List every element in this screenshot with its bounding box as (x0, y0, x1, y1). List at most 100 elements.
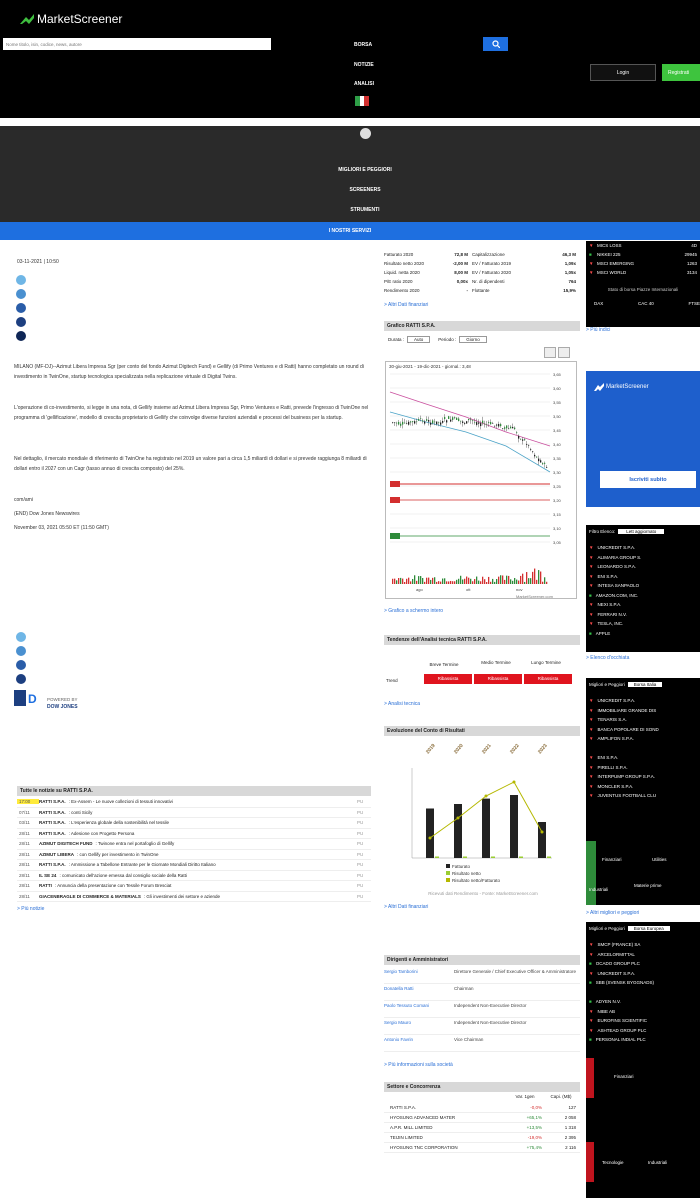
news-row[interactable]: 28/11 RATTI S.P.A.: Adesione con Progetto… (17, 829, 371, 839)
sidebar-list-item[interactable] (586, 988, 700, 998)
news-headline[interactable]: IL SE 24: comunicato dell'azione emessa … (39, 873, 357, 878)
index-row[interactable]: ▼ MSCI EMERGING 1263 (586, 259, 700, 268)
sidebar-list-item[interactable]: ▼ MONCLER S.P.A. (586, 782, 700, 792)
sidebar-list-item[interactable]: ▼ ASHTEAD GROUP PLC (586, 1026, 700, 1036)
best2-select[interactable]: Borsa Europea (627, 926, 670, 931)
sidebar-list-item[interactable]: ▼ SMCP (FRANCE) SA (586, 940, 700, 950)
sidebar-list-item[interactable]: ▼ ENI S.P.A. (586, 572, 700, 582)
index-row[interactable]: ■ NIKKEI 225 29945 (586, 250, 700, 259)
search-input[interactable] (3, 38, 271, 50)
news-row[interactable]: 17:00 RATTI S.P.A.: Ex-Assem - Le nuove c… (17, 797, 371, 808)
sidebar-list-item[interactable]: ▼ IMMOBILIARE GRANDE DIS (586, 706, 700, 716)
sidebar-list-item[interactable]: ▼ INTESA SANPAOLO (586, 581, 700, 591)
sidebar-list-item[interactable]: ▼ LEONARDO S.P.A. (586, 562, 700, 572)
more-financials-link[interactable]: > Altri Dati finanziari (384, 302, 428, 308)
mgmt-name[interactable]: Sergio Tamborini (384, 969, 454, 983)
fullscreen-chart-link[interactable]: > Grafico a schermo intero (384, 608, 443, 614)
news-row[interactable]: 28/11 RATTI: Annuncia della presentazione… (17, 881, 371, 892)
news-row[interactable]: 07/11 RATTI S.P.A.: conti Sicily PU (17, 808, 371, 818)
sidebar-list-item[interactable]: ▼ FERRARI N.V. (586, 610, 700, 620)
sector-row[interactable]: TEIJIN LIMITED -19,0% 2 395 (384, 1133, 580, 1143)
news-headline[interactable]: GIACENBRAGLE DI COMMERCE & MATERIALS: Gl… (39, 894, 357, 899)
evo-more-link[interactable]: > Altri Dati finanziari (384, 904, 428, 910)
watchlist-link[interactable]: > Elenco d'occhiata (586, 655, 629, 661)
sidebar-list-item[interactable]: ■ SBB (SVENSK BYGGNADS) (586, 978, 700, 988)
menu-strumenti[interactable]: STRUMENTI (290, 207, 440, 213)
news-headline[interactable]: RATTI S.P.A.: Ammissione a Tabellone Ent… (39, 862, 357, 867)
news-headline[interactable]: RATTI S.P.A.: Ex-Assem - Le nuove collez… (39, 799, 357, 804)
mgmt-name[interactable]: Paolo Tessuto Comani (384, 1003, 454, 1017)
index-row[interactable]: ▼ MSCI WORLD 3134 (586, 268, 700, 277)
sidebar-list-item[interactable]: ▼ AMPLIFON S.P.A. (586, 734, 700, 744)
italy-flag-icon[interactable] (355, 96, 370, 106)
durata-select[interactable]: Auto (407, 336, 431, 343)
sidebar-list-item[interactable]: ■ ADYEN N.V. (586, 997, 700, 1007)
mkt-ftse[interactable]: FTSE (688, 301, 700, 306)
sidebar-list-item[interactable]: ▼ INTERPUMP GROUP S.P.A. (586, 772, 700, 782)
periodo-select[interactable]: Giorno (459, 336, 487, 343)
news-headline[interactable]: AZIMUT LIBERA: con Gellify per investime… (39, 852, 357, 857)
menu-icon[interactable] (360, 128, 371, 139)
sidebar-list-item[interactable]: ▼ TENARIS S.A. (586, 715, 700, 725)
mgmt-name[interactable]: Sergio Mauro (384, 1020, 454, 1034)
stock-chart[interactable]: 30-giu-2021 - 19-dic-2021 - giornal.: 3,… (385, 361, 577, 599)
sidebar-list-item[interactable]: ▼ UNICREDIT S.P.A. (586, 969, 700, 979)
sidebar-list-item[interactable]: ▼ ENI S.P.A. (586, 753, 700, 763)
sidebar-list-item[interactable] (586, 744, 700, 754)
more-news-link[interactable]: > Più notizie (17, 906, 44, 912)
index-row[interactable]: ▼ MICS LOSS 4D (586, 241, 700, 250)
sidebar-list-item[interactable]: ■ AMAZON.COM, INC. (586, 591, 700, 601)
sidebar-list-item[interactable]: ▼ UNICREDIT S.P.A. (586, 543, 700, 553)
news-row[interactable]: 28/11 IL SE 24: comunicato dell'azione em… (17, 871, 371, 881)
menu-servizi[interactable]: I NOSTRI SERVIZI (0, 222, 700, 240)
subscribe-button[interactable]: Iscriviti subito (600, 471, 696, 488)
best-select[interactable]: Borsa Italia (627, 682, 663, 687)
news-headline[interactable]: RATTI S.P.A.: conti Sicily (39, 810, 357, 815)
sidebar-list-item[interactable]: ■ OCADO GROUP PLC (586, 959, 700, 969)
technical-analysis-link[interactable]: > Analisi tecnica (384, 701, 420, 707)
filter-select[interactable]: Lett aggiornato (618, 529, 665, 534)
register-button[interactable]: Registrati (662, 64, 700, 81)
search-button[interactable] (483, 37, 508, 51)
sector-row[interactable]: RATTI S.P.A. -0,0% 127 (384, 1103, 580, 1113)
menu-migliori[interactable]: MIGLIORI E PEGGIORI (290, 167, 440, 173)
sector-row[interactable]: HYOSUNG TNC CORPORATION +75,4% 2 116 (384, 1143, 580, 1153)
news-row[interactable]: 03/11 RATTI S.P.A.: L'esperienza globale … (17, 818, 371, 829)
news-row[interactable]: 28/11 AZIMUT LIBERA: con Gellify per inve… (17, 850, 371, 860)
sector-row[interactable]: A.P.R. MILL LIMITED +13,5% 1 318 (384, 1123, 580, 1133)
news-headline[interactable]: RATTI: Annuncia della presentazione con … (39, 883, 357, 888)
news-headline[interactable]: AZIMUT DIGITECH FUND: Twinone entra nel … (39, 841, 357, 846)
sidebar-list-item[interactable]: ▼ ARCELORMITTAL (586, 950, 700, 960)
sidebar-list-item[interactable]: ■ APPLE (586, 629, 700, 639)
sidebar-list-item[interactable]: ▼ PIRELLI S.P.A. (586, 763, 700, 773)
chart-fullscreen-button[interactable] (558, 347, 570, 358)
more-indices-link[interactable]: > Più indici (586, 327, 610, 333)
news-row[interactable]: 28/11 GIACENBRAGLE DI COMMERCE & MATERIAL… (17, 892, 371, 902)
company-info-link[interactable]: > Più informazioni sulla società (384, 1062, 453, 1068)
logo[interactable]: MarketScreener (20, 12, 122, 26)
news-row[interactable]: 28/11 RATTI S.P.A.: Ammissione a Tabellon… (17, 860, 371, 871)
sidebar-list-item[interactable]: ▼ NEXI S.P.A. (586, 600, 700, 610)
mkt-dax[interactable]: DAX (594, 301, 603, 306)
sidebar-list-item[interactable]: ▼ JUVENTUS FOOTBALL CLU (586, 791, 700, 801)
menu-screeners[interactable]: SCREENERS (290, 187, 440, 193)
sidebar-list-item[interactable]: ▼ BANCA POPOLARE DI SOND (586, 725, 700, 735)
sidebar-list-item[interactable]: ▼ TESLA, INC. (586, 619, 700, 629)
mgmt-name[interactable]: Donatella Ratti (384, 986, 454, 1000)
news-row[interactable]: 28/11 AZIMUT DIGITECH FUND: Twinone entra… (17, 839, 371, 850)
sector-row[interactable]: HYOSUNG ADVANCED MATER +65,1% 2 058 (384, 1113, 580, 1123)
mkt-cac[interactable]: CAC 40 (638, 301, 654, 306)
chart-zoom-button[interactable] (544, 347, 556, 358)
nav-analisi[interactable]: ANALISI (354, 81, 374, 87)
sidebar-list-item[interactable]: ▼ NIBE AB (586, 1007, 700, 1017)
sidebar-list-item[interactable]: ▼ ALIMARIA GROUP S. (586, 553, 700, 563)
more-best-link[interactable]: > Altri migliori e peggiori (586, 910, 639, 916)
news-headline[interactable]: RATTI S.P.A.: Adesione con Progetto Pers… (39, 831, 357, 836)
news-headline[interactable]: RATTI S.P.A.: L'esperienza globale della… (39, 820, 357, 825)
ad-banner[interactable]: MarketScreener Iscriviti subito (586, 371, 700, 507)
sidebar-list-item[interactable]: ▼ UNICREDIT S.P.A. (586, 696, 700, 706)
mgmt-name[interactable]: Antonio Favrin (384, 1037, 454, 1051)
nav-notizie[interactable]: NOTIZIE (354, 62, 374, 68)
sidebar-list-item[interactable]: ▼ EUROFINS SCIENTIFIC (586, 1016, 700, 1026)
nav-borsa[interactable]: BORSA (354, 42, 372, 48)
